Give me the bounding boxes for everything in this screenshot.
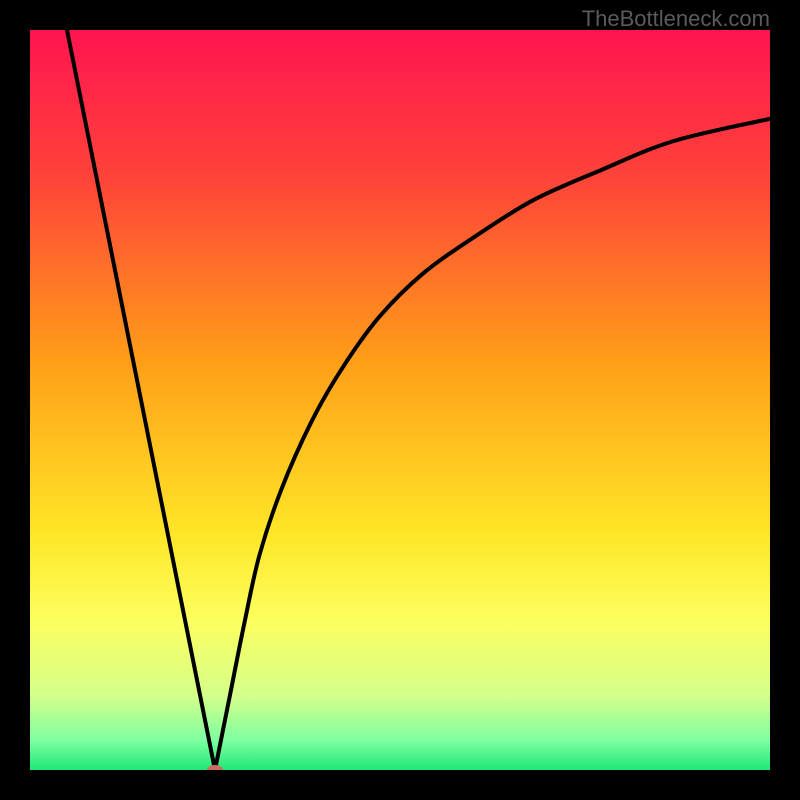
minimum-marker xyxy=(207,765,223,770)
chart-frame: TheBottleneck.com xyxy=(0,0,800,800)
curve-left-branch xyxy=(67,30,215,770)
curve-right-branch xyxy=(215,119,770,770)
curve-layer xyxy=(30,30,770,770)
plot-area xyxy=(30,30,770,770)
watermark-text: TheBottleneck.com xyxy=(582,6,770,32)
